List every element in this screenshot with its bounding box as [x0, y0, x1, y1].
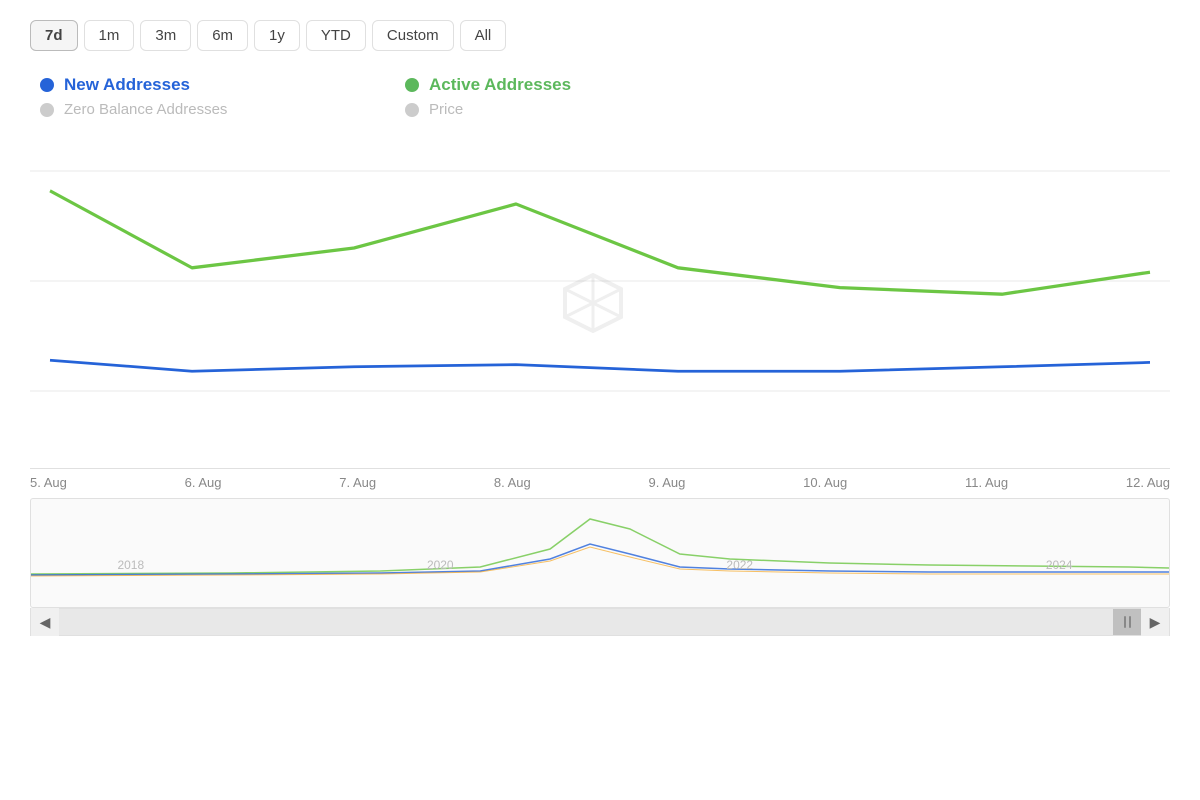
- page-container: 7d1m3m6m1yYTDCustomAll New Addresses Acti…: [0, 0, 1200, 800]
- main-chart-svg: [30, 138, 1170, 468]
- time-btn-all[interactable]: All: [460, 20, 507, 51]
- legend-dot-active-addresses: [405, 78, 419, 92]
- time-btn-7d[interactable]: 7d: [30, 20, 78, 51]
- x-label-7.-aug: 7. Aug: [339, 475, 376, 490]
- range-chart-svg: 2018 2020 2022 2024: [31, 499, 1169, 579]
- x-label-9.-aug: 9. Aug: [649, 475, 686, 490]
- legend-dot-price: [405, 103, 419, 117]
- range-nav-track: [59, 609, 1141, 635]
- range-handle-bar: [1129, 616, 1131, 628]
- x-axis: 5. Aug 6. Aug 7. Aug 8. Aug 9. Aug 10. Aug 11.…: [30, 468, 1170, 490]
- time-controls: 7d1m3m6m1yYTDCustomAll: [30, 20, 1170, 51]
- x-label-11.-aug: 11. Aug: [965, 475, 1008, 490]
- legend-dot-new-addresses: [40, 78, 54, 92]
- legend-item-new-addresses[interactable]: New Addresses: [40, 75, 365, 95]
- time-btn-3m[interactable]: 3m: [140, 20, 191, 51]
- range-selector[interactable]: 2018 2020 2022 2024: [30, 498, 1170, 608]
- x-label-8.-aug: 8. Aug: [494, 475, 531, 490]
- time-btn-1y[interactable]: 1y: [254, 20, 300, 51]
- chart-area: [30, 138, 1170, 468]
- range-nav: ◀ ▶: [30, 608, 1170, 636]
- range-nav-left-button[interactable]: ◀: [31, 608, 59, 636]
- svg-text:2024: 2024: [1046, 558, 1073, 572]
- svg-text:2022: 2022: [726, 558, 753, 572]
- legend-label-price: Price: [429, 101, 463, 118]
- svg-text:2018: 2018: [118, 558, 145, 572]
- time-btn-custom[interactable]: Custom: [372, 20, 454, 51]
- range-handle-bar: [1124, 616, 1126, 628]
- x-label-10.-aug: 10. Aug: [803, 475, 847, 490]
- legend-label-new-addresses: New Addresses: [64, 75, 190, 95]
- range-handle-right[interactable]: [1113, 609, 1141, 635]
- svg-text:2020: 2020: [427, 558, 454, 572]
- legend-label-zero-balance-addresses: Zero Balance Addresses: [64, 101, 227, 118]
- legend-item-price[interactable]: Price: [405, 101, 730, 118]
- legend: New Addresses Active Addresses Zero Balanc…: [30, 75, 730, 118]
- time-btn-1m[interactable]: 1m: [84, 20, 135, 51]
- x-label-12.-aug: 12. Aug: [1126, 475, 1170, 490]
- time-btn-6m[interactable]: 6m: [197, 20, 248, 51]
- range-selector-wrapper: 2018 2020 2022 2024 ◀ ▶: [30, 498, 1170, 636]
- legend-item-zero-balance-addresses[interactable]: Zero Balance Addresses: [40, 101, 365, 118]
- range-nav-right-button[interactable]: ▶: [1141, 608, 1169, 636]
- legend-label-active-addresses: Active Addresses: [429, 75, 571, 95]
- x-label-5.-aug: 5. Aug: [30, 475, 67, 490]
- legend-dot-zero-balance-addresses: [40, 103, 54, 117]
- legend-item-active-addresses[interactable]: Active Addresses: [405, 75, 730, 95]
- x-label-6.-aug: 6. Aug: [185, 475, 222, 490]
- chart-wrapper: 5. Aug 6. Aug 7. Aug 8. Aug 9. Aug 10. Aug 11.…: [30, 138, 1170, 490]
- time-btn-ytd[interactable]: YTD: [306, 20, 366, 51]
